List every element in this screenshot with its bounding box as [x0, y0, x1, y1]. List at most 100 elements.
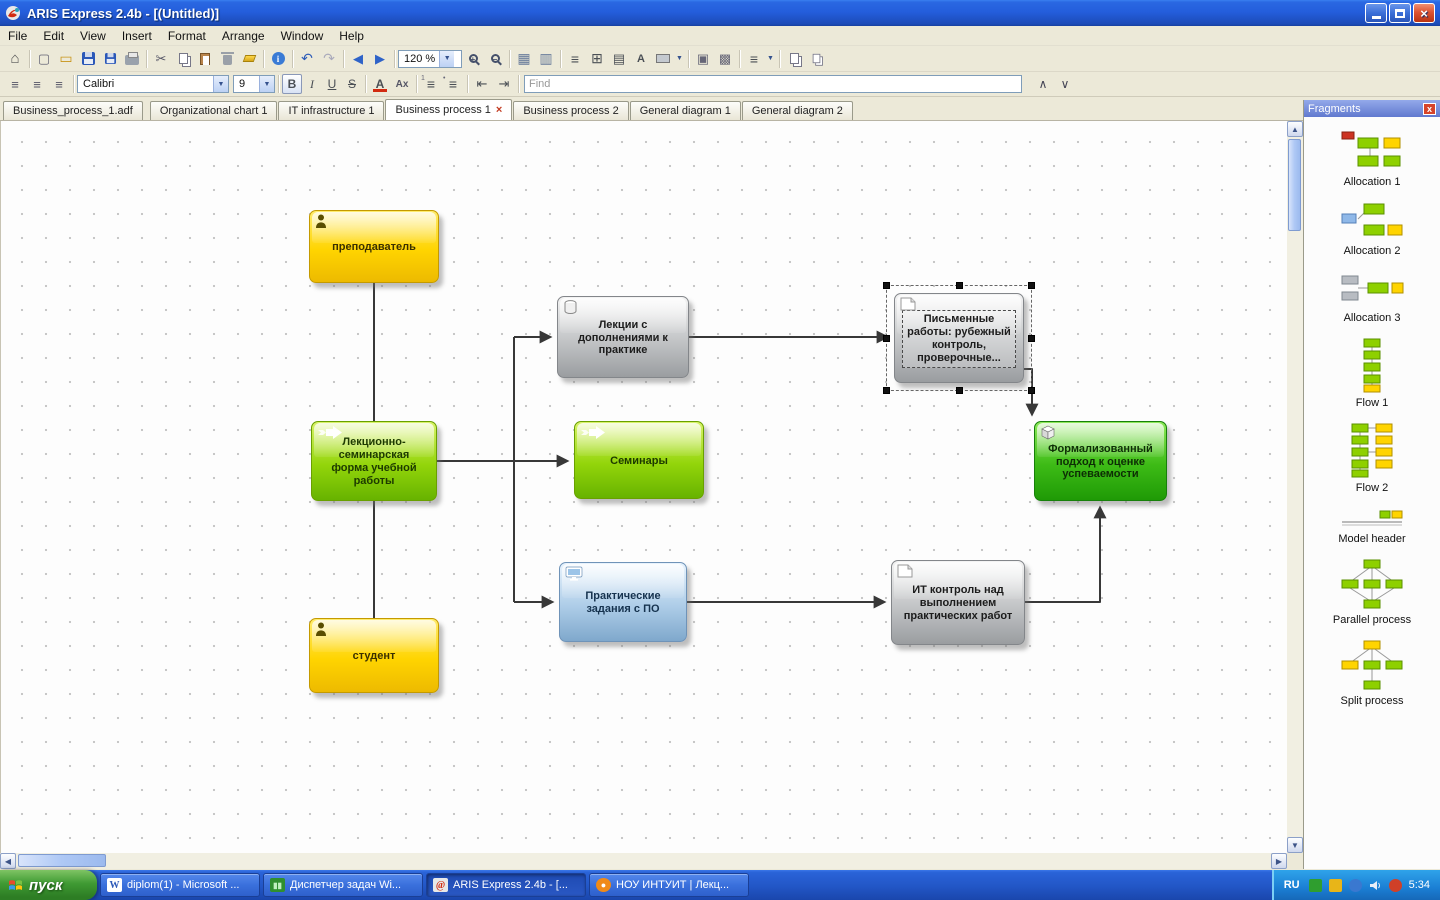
format-painter-icon[interactable]	[238, 49, 260, 69]
chevron-down-icon[interactable]: ▼	[259, 76, 274, 92]
tab-general-diagram-1[interactable]: General diagram 1	[629, 101, 741, 120]
scroll-down-icon[interactable]: ▼	[1287, 837, 1303, 853]
node-it-control[interactable]: ИТ контроль над выполнением практических…	[891, 560, 1025, 645]
list-view-icon[interactable]	[743, 49, 765, 69]
paragraph-style-icon[interactable]	[4, 74, 26, 94]
text-style-icon[interactable]	[630, 49, 652, 69]
zoom-level-select[interactable]: 120 % ▼	[398, 49, 462, 68]
node-teacher[interactable]: преподаватель	[309, 210, 439, 283]
scroll-up-icon[interactable]: ▲	[1287, 121, 1303, 137]
start-button[interactable]: пуск	[0, 870, 97, 900]
fragment-parallel-process[interactable]: Parallel process	[1304, 558, 1440, 626]
numbered-list-icon[interactable]: 1	[420, 74, 442, 94]
tab-business-process-1[interactable]: Business process 1 ×	[385, 99, 513, 120]
menu-window[interactable]: Window	[273, 27, 332, 45]
move-to-model-icon[interactable]	[805, 49, 827, 69]
vertical-scrollbar[interactable]: ▲ ▼	[1287, 121, 1303, 853]
menu-insert[interactable]: Insert	[114, 27, 160, 45]
grid-toggle-icon[interactable]	[513, 49, 535, 69]
scroll-right-icon[interactable]: ▶	[1271, 853, 1287, 869]
menu-help[interactable]: Help	[331, 27, 372, 45]
find-previous-icon[interactable]	[1032, 74, 1054, 94]
diagram-canvas[interactable]: преподаватель Лекции с дополнениями к пр…	[0, 121, 1287, 853]
menu-arrange[interactable]: Arrange	[214, 27, 273, 45]
underline-button[interactable]: U	[322, 74, 342, 94]
save-icon[interactable]	[77, 49, 99, 69]
save-all-icon[interactable]	[99, 49, 121, 69]
paragraph-style-3-icon[interactable]	[48, 74, 70, 94]
fragment-allocation-2[interactable]: Allocation 2	[1304, 201, 1440, 257]
node-lectures[interactable]: Лекции с дополнениями к практике	[557, 296, 689, 378]
menu-format[interactable]: Format	[160, 27, 214, 45]
find-next-icon[interactable]	[1054, 74, 1076, 94]
node-written-works[interactable]: Письменные работы: рубежный контроль, пр…	[894, 293, 1024, 383]
chevron-down-icon[interactable]: ▼	[439, 50, 455, 67]
node-seminars[interactable]: Семинары	[574, 421, 704, 499]
undo-icon[interactable]	[296, 49, 318, 69]
volume-icon[interactable]	[1369, 879, 1382, 892]
decrease-indent-icon[interactable]	[471, 74, 493, 94]
font-size-select[interactable]: 9 ▼	[233, 75, 275, 93]
menu-view[interactable]: View	[72, 27, 114, 45]
alert-icon[interactable]	[1388, 878, 1402, 892]
font-color-button[interactable]: A	[369, 74, 391, 94]
menu-edit[interactable]: Edit	[35, 27, 72, 45]
tab-business-process-2[interactable]: Business process 2	[513, 101, 629, 120]
group-icon[interactable]	[692, 49, 714, 69]
fragment-allocation-1[interactable]: Allocation 1	[1304, 130, 1440, 188]
list-dropdown-icon[interactable]: ▼	[765, 51, 776, 67]
network-icon[interactable]	[1348, 878, 1362, 892]
clear-formatting-button[interactable]	[391, 74, 413, 94]
strikethrough-button[interactable]: S	[342, 74, 362, 94]
fragment-allocation-3[interactable]: Allocation 3	[1304, 270, 1440, 324]
taskbar-item-aris[interactable]: @ ARIS Express 2.4b - [...	[426, 873, 586, 897]
antivirus-shield-icon[interactable]	[1308, 878, 1322, 892]
tab-general-diagram-2[interactable]: General diagram 2	[741, 101, 853, 120]
fill-color-dropdown-icon[interactable]: ▼	[674, 51, 685, 67]
node-practical-tasks[interactable]: Практические задания с ПО	[559, 562, 687, 642]
ungroup-icon[interactable]	[714, 49, 736, 69]
tab-it-infrastructure-1[interactable]: IT infrastructure 1	[278, 101, 385, 120]
chevron-down-icon[interactable]: ▼	[213, 76, 228, 92]
copy-to-model-icon[interactable]	[783, 49, 805, 69]
increase-indent-icon[interactable]	[493, 74, 515, 94]
print-icon[interactable]	[121, 49, 143, 69]
fragments-header[interactable]: Fragments x	[1304, 100, 1440, 117]
navigate-forward-icon[interactable]	[369, 49, 391, 69]
snap-to-grid-icon[interactable]	[535, 49, 557, 69]
close-button[interactable]: ×	[1413, 3, 1435, 23]
fragment-flow-2[interactable]: Flow 2	[1304, 422, 1440, 494]
minimize-button[interactable]	[1365, 3, 1387, 23]
update-icon[interactable]	[1328, 878, 1342, 892]
italic-button[interactable]: I	[302, 74, 322, 94]
fragment-model-header[interactable]: Model header	[1304, 507, 1440, 545]
tab-file[interactable]: Business_process_1.adf	[3, 101, 143, 120]
clock[interactable]: 5:34	[1409, 879, 1430, 891]
tab-organizational-chart-1[interactable]: Organizational chart 1	[149, 101, 278, 120]
paste-icon[interactable]	[194, 49, 216, 69]
fragment-split-process[interactable]: Split process	[1304, 639, 1440, 707]
cut-icon[interactable]	[150, 49, 172, 69]
node-student[interactable]: студент	[309, 618, 439, 693]
bullet-list-icon[interactable]: •	[442, 74, 464, 94]
language-indicator[interactable]: RU	[1284, 879, 1302, 891]
paragraph-style-2-icon[interactable]	[26, 74, 48, 94]
font-family-select[interactable]: Calibri ▼	[77, 75, 229, 93]
distribute-icon[interactable]	[586, 49, 608, 69]
taskbar-item-browser[interactable]: ● НОУ ИНТУИТ | Лекц...	[589, 873, 749, 897]
zoom-in-icon[interactable]: +	[462, 49, 484, 69]
vertical-scroll-thumb[interactable]	[1288, 139, 1301, 231]
horizontal-scroll-thumb[interactable]	[18, 854, 106, 867]
navigate-back-icon[interactable]	[347, 49, 369, 69]
open-model-icon[interactable]	[55, 49, 77, 69]
bold-button[interactable]: B	[282, 74, 302, 94]
info-icon[interactable]: i	[267, 49, 289, 69]
panel-close-icon[interactable]: x	[1423, 102, 1436, 115]
delete-icon[interactable]	[216, 49, 238, 69]
taskbar-item-task-manager[interactable]: ▮▮ Диспетчер задач Wi...	[263, 873, 423, 897]
tab-close-icon[interactable]: ×	[496, 104, 502, 116]
menu-file[interactable]: File	[0, 27, 35, 45]
copy-icon[interactable]	[172, 49, 194, 69]
scroll-left-icon[interactable]: ◀	[0, 853, 16, 869]
redo-icon[interactable]	[318, 49, 340, 69]
